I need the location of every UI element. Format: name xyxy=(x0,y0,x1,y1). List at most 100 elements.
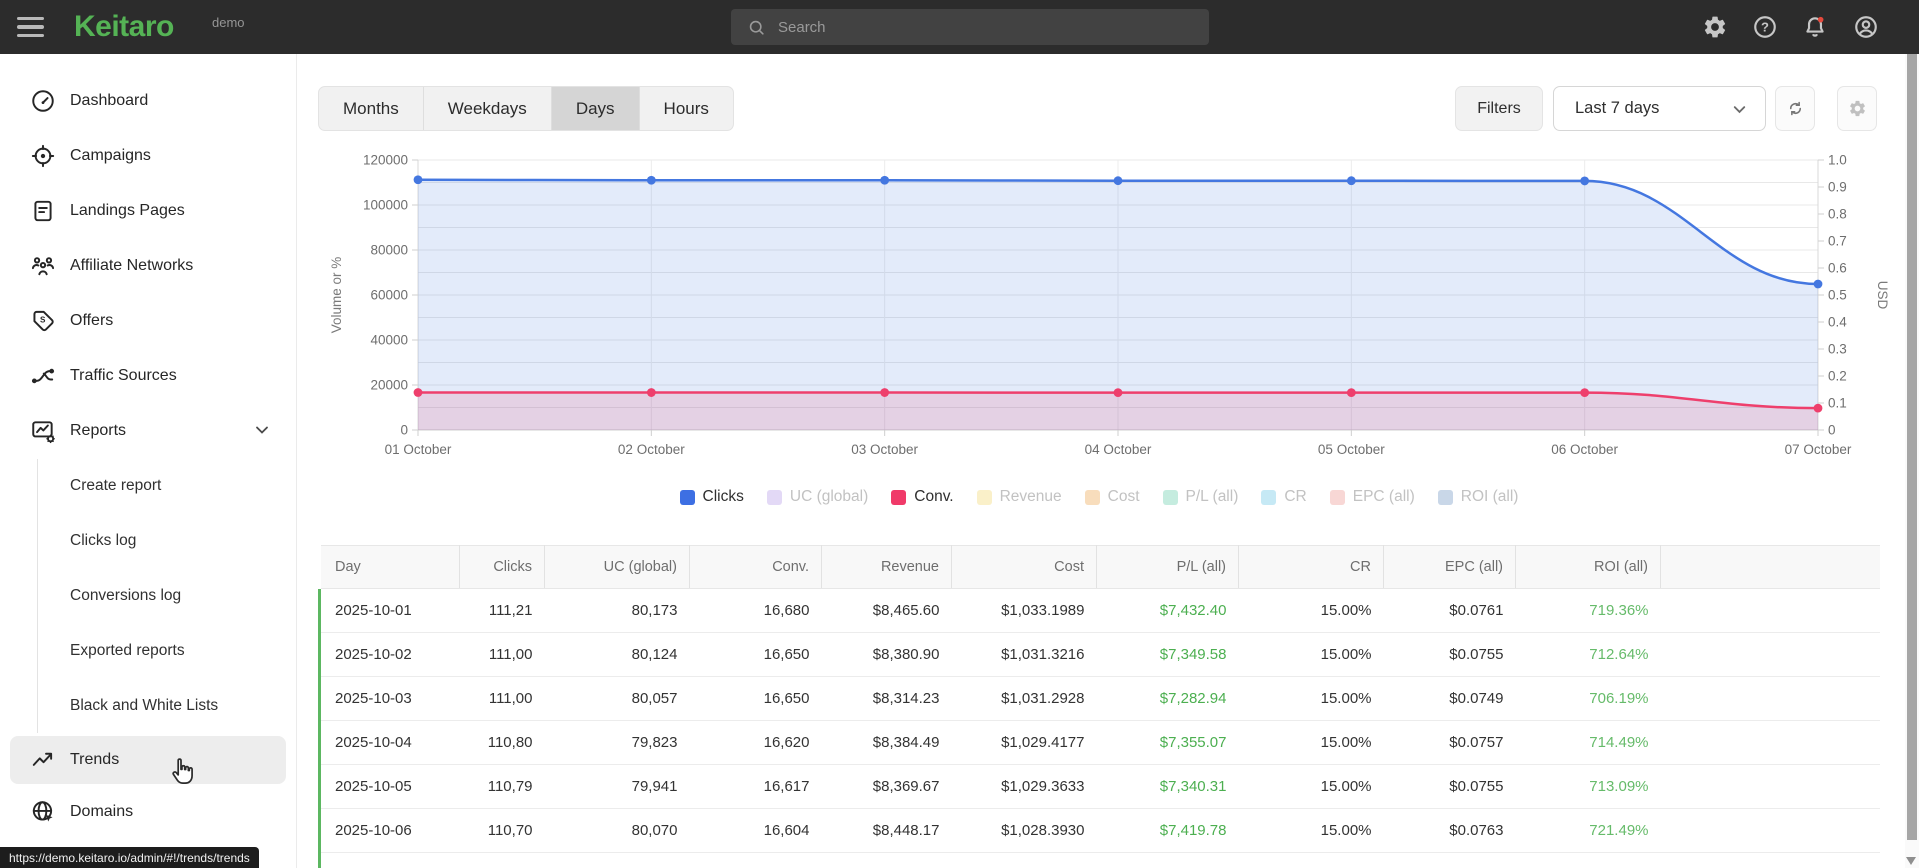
legend-item-revenue[interactable]: Revenue xyxy=(976,488,1062,506)
cell-clicks: 110,79 xyxy=(459,764,545,809)
cell-cost: $1,028.3930 xyxy=(951,808,1097,853)
account-icon[interactable] xyxy=(1853,14,1879,40)
dashboard-icon xyxy=(30,88,56,114)
tab-days[interactable]: Days xyxy=(551,87,640,130)
domains-icon xyxy=(30,799,56,825)
column-header-clicks[interactable]: Clicks xyxy=(459,545,545,589)
cell-p-l-all-: $7,349.58 xyxy=(1096,632,1239,677)
cell-revenue: $8,314.23 xyxy=(821,676,952,721)
legend-item-cr[interactable]: CR xyxy=(1261,488,1307,506)
cell-epc-all-: $0.0755 xyxy=(1383,764,1516,809)
mouse-cursor-hand xyxy=(172,758,193,784)
legend-swatch xyxy=(766,489,782,505)
cell-epc-all-: $0.0757 xyxy=(1383,720,1516,765)
settings-gear-icon[interactable] xyxy=(1702,14,1728,40)
cell-uc-global-: 79,941 xyxy=(544,764,690,809)
legend-item-clicks[interactable]: Clicks xyxy=(679,488,744,506)
env-badge: demo xyxy=(212,15,245,30)
cell-p-l-all-: $7,432.40 xyxy=(1096,588,1239,633)
legend-swatch xyxy=(679,489,695,505)
sidebar-item-offers[interactable]: S Offers xyxy=(0,293,296,348)
cell-roi-all-: 721.49% xyxy=(1515,808,1661,853)
cell-p-l-all-: $7,355.07 xyxy=(1096,720,1239,765)
svg-text:07 October: 07 October xyxy=(1785,442,1852,457)
cell-day: 2025-10-01 xyxy=(318,588,460,633)
legend-item-p-l-all-[interactable]: P/L (all) xyxy=(1162,488,1238,506)
sidebar-item-traffic-sources[interactable]: Traffic Sources xyxy=(0,348,296,403)
column-header-uc-global-[interactable]: UC (global) xyxy=(544,545,690,589)
cell-roi-all-: 721.46% xyxy=(1515,852,1661,868)
column-header-cost[interactable]: Cost xyxy=(951,545,1097,589)
sidebar-subitem-clicks-log[interactable]: Clicks log xyxy=(0,513,296,568)
help-icon[interactable]: ? xyxy=(1752,14,1778,40)
cell-epc-all-: $0.0755 xyxy=(1383,632,1516,677)
column-header-epc-all-[interactable]: EPC (all) xyxy=(1383,545,1516,589)
sidebar-item-landings-pages[interactable]: Landings Pages xyxy=(0,183,296,238)
sidebar-item-reports[interactable]: Reports xyxy=(0,403,296,458)
sidebar-item-campaigns[interactable]: Campaigns xyxy=(0,128,296,183)
column-header-cr[interactable]: CR xyxy=(1238,545,1384,589)
svg-text:06 October: 06 October xyxy=(1551,442,1618,457)
legend-item-uc-global-[interactable]: UC (global) xyxy=(766,488,868,506)
cell-epc-all-: $0.0763 xyxy=(1383,808,1516,853)
cell-cost: $1,033.1989 xyxy=(951,588,1097,633)
cell-day: 2025-10-03 xyxy=(318,676,460,721)
svg-text:0.1: 0.1 xyxy=(1828,396,1847,411)
cell-filler xyxy=(1660,720,1880,765)
cell-conv-: 16,650 xyxy=(689,676,822,721)
notifications-bell-icon[interactable] xyxy=(1802,14,1828,40)
tab-weekdays[interactable]: Weekdays xyxy=(424,87,552,130)
scrollbar-thumb[interactable] xyxy=(1907,54,1917,840)
svg-text:01 October: 01 October xyxy=(385,442,452,457)
cell-conv-: 16,620 xyxy=(689,720,822,765)
legend-item-cost[interactable]: Cost xyxy=(1084,488,1140,506)
sidebar-subitem-black-and-white-lists[interactable]: Black and White Lists xyxy=(0,678,296,733)
column-header-day[interactable]: Day xyxy=(319,545,460,589)
search-input[interactable]: Search xyxy=(731,9,1209,45)
svg-text:04 October: 04 October xyxy=(1085,442,1152,457)
cell-roi-all-: 712.64% xyxy=(1515,632,1661,677)
menu-icon[interactable] xyxy=(17,13,51,41)
sidebar-subitem-conversions-log[interactable]: Conversions log xyxy=(0,568,296,623)
legend-item-roi-all-[interactable]: ROI (all) xyxy=(1437,488,1518,506)
reports-icon xyxy=(30,418,56,444)
cell-cr: 15.00% xyxy=(1238,808,1384,853)
cell-clicks: 111,21 xyxy=(459,588,545,633)
scrollbar-down-arrow[interactable] xyxy=(1906,857,1916,865)
legend-item-epc-all-[interactable]: EPC (all) xyxy=(1329,488,1415,506)
cell-filler xyxy=(1660,764,1880,809)
cell-revenue: $8,465.60 xyxy=(821,588,952,633)
cell-revenue: $8,369.67 xyxy=(821,764,952,809)
svg-text:0: 0 xyxy=(1828,423,1836,438)
sidebar-subitem-exported-reports[interactable]: Exported reports xyxy=(0,623,296,678)
column-header-roi-all-[interactable]: ROI (all) xyxy=(1515,545,1661,589)
cell-day: 2025-10-06 xyxy=(318,808,460,853)
sidebar-item-affiliate-networks[interactable]: Affiliate Networks xyxy=(0,238,296,293)
svg-text:0.2: 0.2 xyxy=(1828,369,1847,384)
offers-icon: S xyxy=(30,308,56,334)
tab-months[interactable]: Months xyxy=(319,87,424,130)
sidebar-item-domains[interactable]: Domains xyxy=(0,784,296,839)
sidebar-item-trends[interactable]: Trends xyxy=(10,736,286,784)
date-range-select[interactable]: Last 7 days xyxy=(1553,86,1766,131)
refresh-button[interactable] xyxy=(1775,86,1815,131)
legend-swatch xyxy=(1084,489,1100,505)
column-header-conv-[interactable]: Conv. xyxy=(689,545,822,589)
legend-swatch xyxy=(1329,489,1345,505)
svg-text:0.7: 0.7 xyxy=(1828,234,1847,249)
cell-uc-global-: 46,863 xyxy=(544,852,690,868)
sidebar-subitem-create-report[interactable]: Create report xyxy=(0,458,296,513)
legend-item-conv-[interactable]: Conv. xyxy=(891,488,954,506)
column-header-revenue[interactable]: Revenue xyxy=(821,545,952,589)
chart-settings-button[interactable] xyxy=(1837,86,1877,131)
filters-button[interactable]: Filters xyxy=(1455,86,1543,131)
column-header-p-l-all-[interactable]: P/L (all) xyxy=(1096,545,1239,589)
tab-hours[interactable]: Hours xyxy=(640,87,733,130)
cell-filler xyxy=(1660,852,1880,868)
cell-uc-global-: 79,823 xyxy=(544,720,690,765)
svg-text:Volume or %: Volume or % xyxy=(329,257,344,334)
sidebar-item-dashboard[interactable]: Dashboard xyxy=(0,73,296,128)
svg-text:20000: 20000 xyxy=(370,378,408,393)
cell-conv-: 16,604 xyxy=(689,808,822,853)
cell-day: 2025-10-04 xyxy=(318,720,460,765)
